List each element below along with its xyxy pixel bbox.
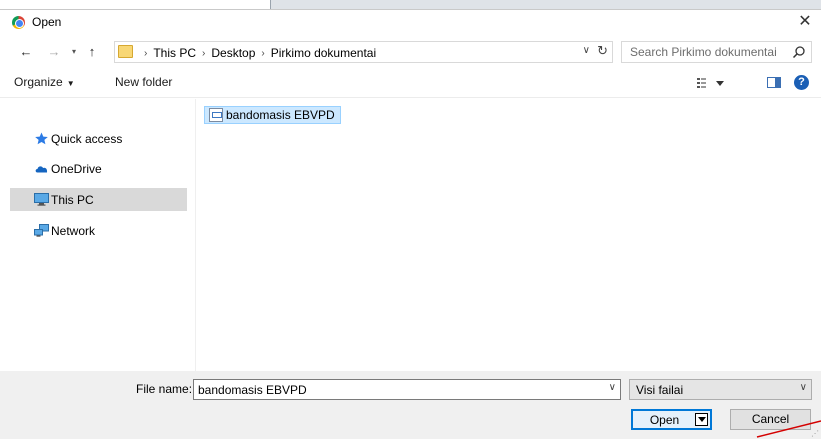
search-box [621,41,812,63]
address-dropdown-icon[interactable]: ∨ [583,45,590,56]
sidebar-item-onedrive[interactable]: OneDrive [10,157,187,180]
file-name-label: File name: [136,382,193,396]
resize-grip-icon[interactable]: ⋰ [811,429,819,438]
navigation-pane: Quick access OneDrive This PC Network [0,99,195,371]
sidebar-item-network[interactable]: Network [10,219,187,242]
sidebar-item-this-pc[interactable]: This PC [10,188,187,211]
monitor-icon [34,193,49,206]
chevron-down-icon[interactable]: ∨ [609,382,616,393]
breadcrumb-separator: › [144,47,148,59]
organize-label: Organize [14,75,63,89]
file-name-combo: ∨ [193,379,621,400]
breadcrumb-pirkimo-dokumentai[interactable]: Pirkimo dokumentai [271,46,376,60]
title-bar: Open ✕ [0,10,821,36]
help-icon[interactable]: ? [794,75,809,90]
star-icon [35,132,48,145]
address-bar-row: ← → ▾ ↑ › This PC › Desktop › Pirkimo do… [0,38,821,66]
chevron-down-icon: ▼ [66,79,75,88]
sidebar-item-label: This PC [51,192,94,207]
breadcrumb-separator: › [261,47,265,59]
file-name-field[interactable] [194,380,594,399]
list-item[interactable]: bandomasis EBVPD [204,106,341,124]
sidebar-item-quick-access[interactable]: Quick access [10,127,187,150]
address-box[interactable]: › This PC › Desktop › Pirkimo dokumentai… [114,41,613,63]
file-name: bandomasis EBVPD [226,108,335,122]
network-icon [34,224,49,237]
footer-panel: File name: ∨ Visi failai ∨ Open Cancel ⋰ [0,371,821,439]
sidebar-item-label: Quick access [51,131,123,146]
breadcrumb: › This PC › Desktop › Pirkimo dokumentai [138,45,376,61]
up-button[interactable]: ↑ [84,43,100,61]
recent-locations-button[interactable]: ▾ [66,43,82,61]
cloud-icon [35,166,48,173]
search-input[interactable] [622,42,787,62]
open-button[interactable]: Open [631,409,712,430]
chevron-down-icon: ∨ [799,382,807,393]
open-dialog: Open ✕ ← → ▾ ↑ › This PC › Desktop › Pir… [0,9,821,439]
search-icon[interactable] [792,45,806,59]
cancel-button[interactable]: Cancel [730,409,811,430]
dialog-title: Open [32,15,62,29]
open-button-label: Open [649,413,680,427]
refresh-icon[interactable]: ↻ [597,43,608,59]
new-folder-button[interactable]: New folder [115,75,172,89]
organize-button[interactable]: Organize ▼ [14,75,75,89]
background-panel [270,0,821,9]
breadcrumb-this-pc[interactable]: This PC [153,46,196,60]
folder-icon [118,45,133,58]
breadcrumb-desktop[interactable]: Desktop [211,46,255,60]
document-icon [209,108,223,122]
sidebar-item-label: Network [51,223,96,238]
file-type-value: Visi failai [636,383,684,397]
background-window [0,0,821,9]
close-button[interactable]: ✕ [795,12,815,32]
open-options-dropdown[interactable] [695,413,708,426]
command-bar: Organize ▼ New folder ? [0,68,821,98]
change-view-icon[interactable] [696,76,726,90]
file-list: bandomasis EBVPD [196,99,821,371]
forward-button[interactable]: → [46,43,62,61]
sidebar-item-label: OneDrive [51,161,102,176]
chrome-icon [12,16,25,29]
preview-pane-icon[interactable] [767,77,781,88]
breadcrumb-separator: › [202,47,206,59]
file-type-select[interactable]: Visi failai ∨ [629,379,812,400]
back-button[interactable]: ← [18,43,34,61]
